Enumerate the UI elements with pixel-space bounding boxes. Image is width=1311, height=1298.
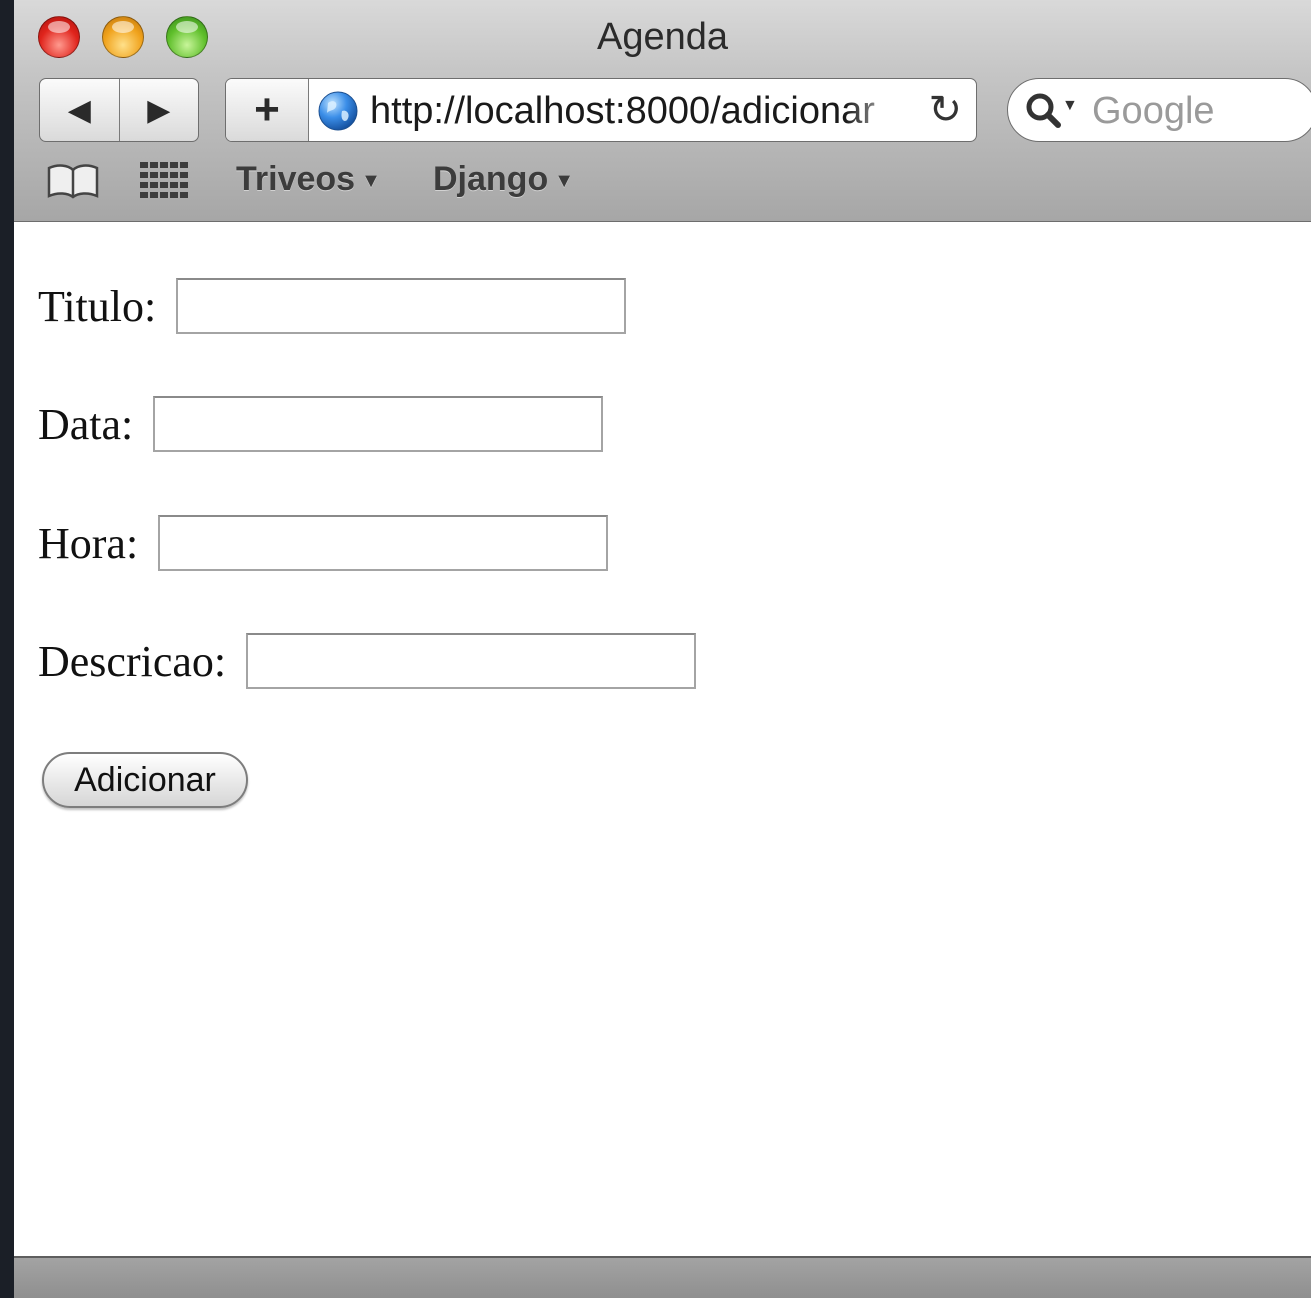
search-placeholder: Google (1092, 90, 1215, 132)
globe-icon (318, 91, 358, 131)
browser-window: Agenda ◀ ▶ + http://localhost:8000/adici… (14, 0, 1311, 1298)
search-field[interactable]: ▼ Google (1007, 78, 1311, 142)
open-book-icon[interactable] (46, 162, 100, 200)
chevron-down-icon: ▼ (361, 169, 381, 192)
forward-arrow-icon: ▶ (147, 93, 171, 127)
status-bar (14, 1256, 1311, 1298)
form-row-hora: Hora: (38, 515, 609, 571)
address-bar: + http://localhost:8000/adicionar ↻ (225, 78, 977, 142)
descricao-label: Descricao: (38, 636, 227, 686)
adicionar-button[interactable]: Adicionar (42, 752, 248, 808)
titulo-label: Titulo: (38, 281, 157, 331)
back-button[interactable]: ◀ (40, 79, 120, 141)
bookmark-folder-django[interactable]: Django ▼ (433, 160, 574, 199)
page-content: Titulo: Data: Hora: Descricao: Adicionar (14, 222, 1311, 1256)
form-row-titulo: Titulo: (38, 278, 627, 334)
back-arrow-icon: ◀ (67, 93, 91, 127)
bookmark-folder-triveos[interactable]: Triveos ▼ (236, 160, 381, 199)
hora-label: Hora: (38, 518, 139, 568)
descricao-input[interactable] (246, 633, 697, 689)
add-bookmark-button[interactable]: + (226, 79, 309, 141)
top-sites-grid-icon[interactable] (140, 162, 188, 198)
window-title: Agenda (596, 16, 728, 58)
data-label: Data: (38, 399, 134, 449)
browser-toolbar: Agenda ◀ ▶ + http://localhost:8000/adici… (14, 0, 1311, 222)
forward-button[interactable]: ▶ (120, 79, 199, 141)
chevron-down-icon: ▼ (554, 169, 575, 192)
nav-buttons: ◀ ▶ (39, 78, 199, 142)
reload-icon[interactable]: ↻ (928, 87, 962, 133)
search-icon (1026, 93, 1061, 128)
hora-input[interactable] (158, 515, 609, 571)
form-row-data: Data: (38, 396, 604, 452)
url-field[interactable]: http://localhost:8000/adicionar (370, 89, 910, 133)
bookmark-label: Django (433, 160, 549, 198)
bookmark-label: Triveos (236, 160, 356, 198)
data-input[interactable] (153, 396, 604, 452)
search-menu-icon: ▼ (1062, 97, 1078, 114)
plus-icon: + (254, 85, 280, 134)
titulo-input[interactable] (176, 278, 627, 334)
form-row-descricao: Descricao: (38, 633, 697, 689)
